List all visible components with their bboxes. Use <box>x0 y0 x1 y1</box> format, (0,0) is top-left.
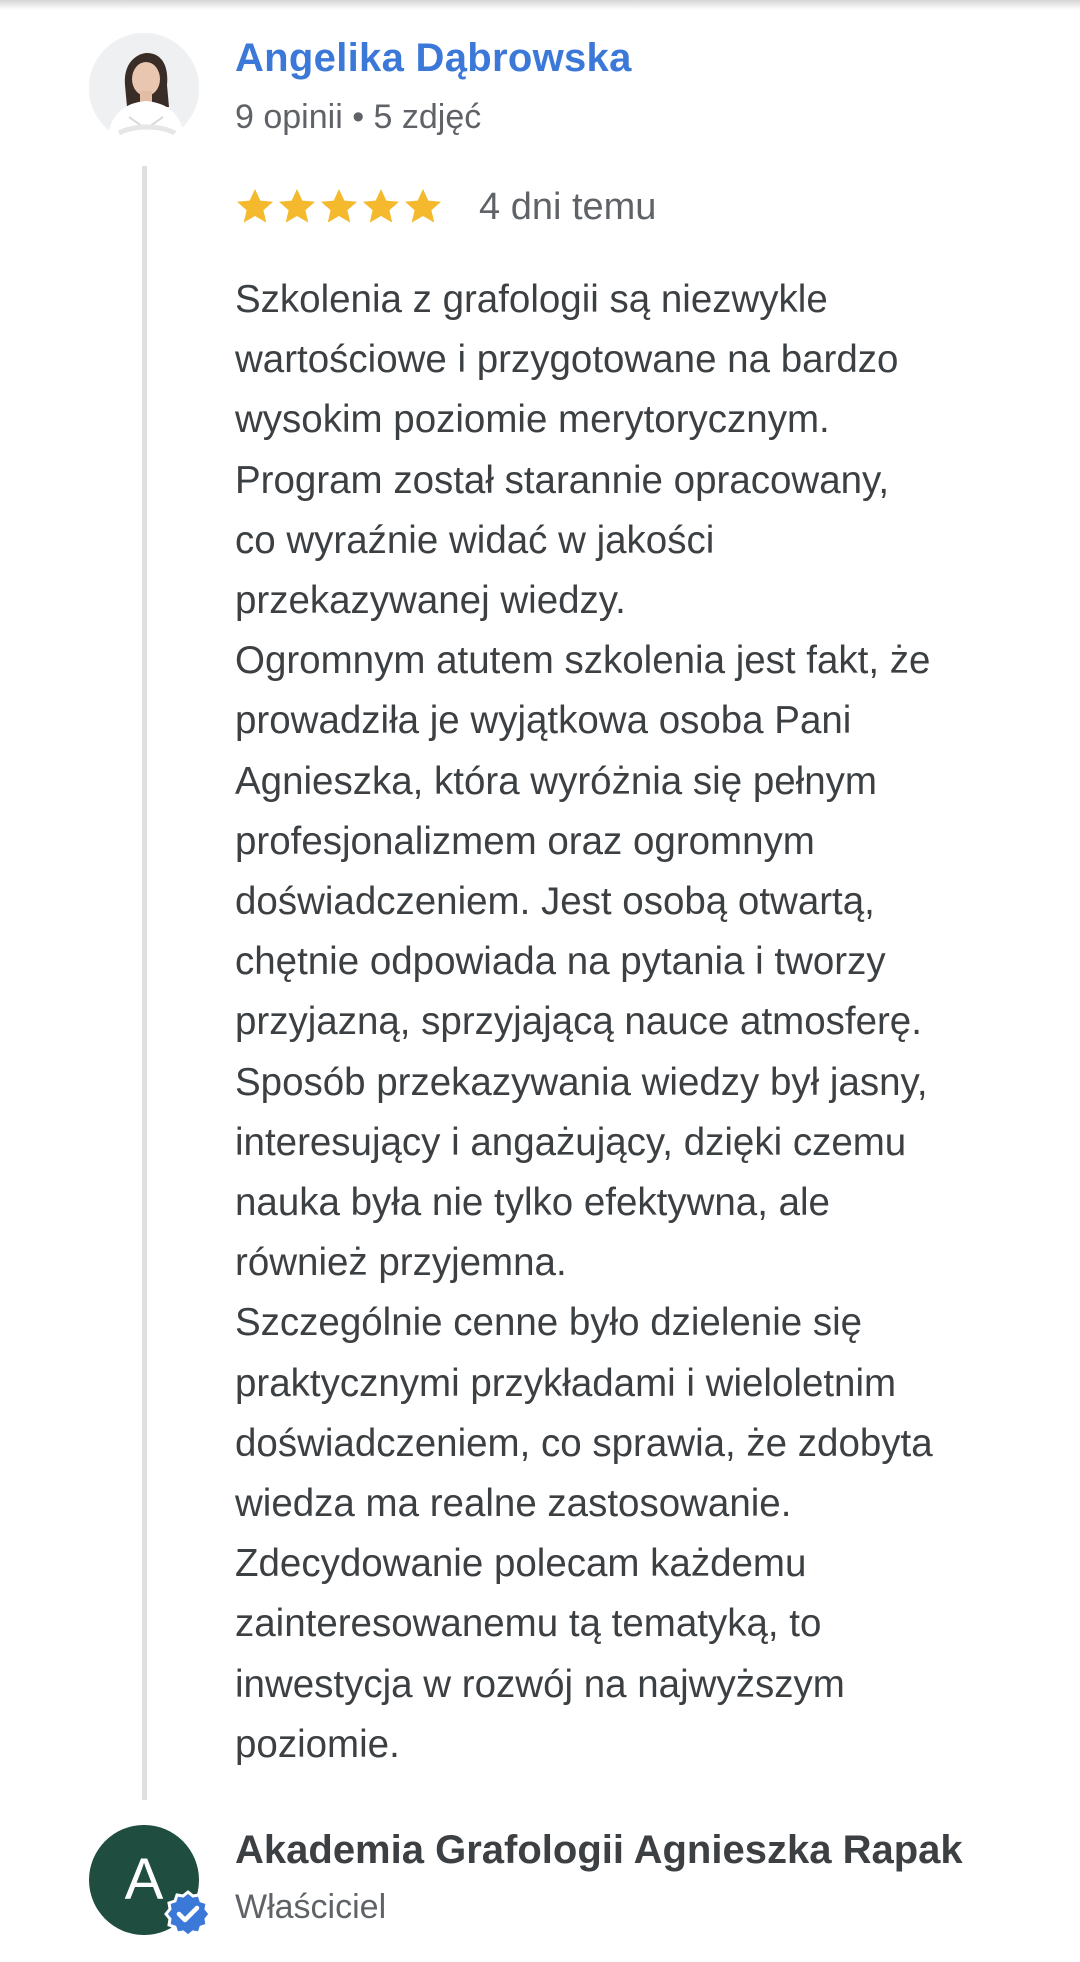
review-text-line: nauka była nie tylko efektywna, ale <box>235 1181 830 1225</box>
review-text-line: Program został starannie opracowany, <box>235 458 890 502</box>
review-text-line: przyjazną, sprzyjającą nauce atmosferę. <box>235 1000 922 1044</box>
review-text-line: wysokim poziomie merytorycznym. <box>235 398 830 442</box>
review-text-line: interesujący i angażujący, dzięki czemu <box>235 1120 907 1164</box>
review-text-line: inwestycja w rozwój na najwyższym <box>235 1662 845 1706</box>
top-edge-shadow <box>0 0 1080 10</box>
review-text-line: profesjonalizmem oraz ogromnym <box>235 819 815 863</box>
star-icon <box>321 189 357 223</box>
verified-check-icon <box>164 1890 212 1938</box>
reviewer-meta: 9 opinii • 5 zdjęć <box>235 98 482 136</box>
review-text: Szkolenia z grafologii są niezwykle warto… <box>235 270 1035 1775</box>
review-text-line: Agnieszka, która wyróżnia się pełnym <box>235 759 877 803</box>
star-icon <box>279 189 315 223</box>
review-text-line: co wyraźnie widać w jakości <box>235 518 715 562</box>
reviewer-avatar[interactable] <box>89 33 199 143</box>
review-text-line: wartościowe i przygotowane na bardzo <box>235 338 899 382</box>
star-rating <box>235 187 445 227</box>
review-text-line: praktycznymi przykładami i wieloletnim <box>235 1361 897 1405</box>
review-text-line: zainteresowanemu tą tematyką, to <box>235 1602 822 1646</box>
review-text-line: Zdecydowanie polecam każdemu <box>235 1542 807 1586</box>
review-text-line: prowadziła je wyjątkowa osoba Pani <box>235 699 852 743</box>
review-text-line: Szczególnie cenne było dzielenie się <box>235 1301 863 1345</box>
profile-photo-icon <box>89 33 199 143</box>
owner-name[interactable]: Akademia Grafologii Agnieszka Rapak <box>235 1828 963 1873</box>
review-text-line: przekazywanej wiedzy. <box>235 579 626 623</box>
reply-thread-line <box>142 166 147 1800</box>
review-text-line: doświadczeniem, co sprawia, że zdobyta <box>235 1421 933 1465</box>
review-text-line: Ogromnym atutem szkolenia jest fakt, że <box>235 639 931 683</box>
review-text-line: doświadczeniem. Jest osobą otwartą, <box>235 880 875 924</box>
review-text-line: również przyjemna. <box>235 1241 567 1285</box>
review-text-line: wiedza ma realne zastosowanie. <box>235 1482 792 1526</box>
star-icon <box>237 189 273 223</box>
reviewer-name-link[interactable]: Angelika Dąbrowska <box>235 36 632 81</box>
rating-row: 4 dni temu <box>235 182 656 232</box>
review-text-line: poziomie. <box>235 1722 400 1766</box>
review-text-line: Sposób przekazywania wiedzy był jasny, <box>235 1060 928 1104</box>
review-text-line: Szkolenia z grafologii są niezwykle <box>235 278 828 321</box>
star-icon <box>405 189 441 223</box>
review-text-line: chętnie odpowiada na pytania i tworzy <box>235 940 886 984</box>
owner-role: Właściciel <box>235 1888 387 1926</box>
star-icon <box>363 189 399 223</box>
review-date: 4 dni temu <box>479 185 657 228</box>
